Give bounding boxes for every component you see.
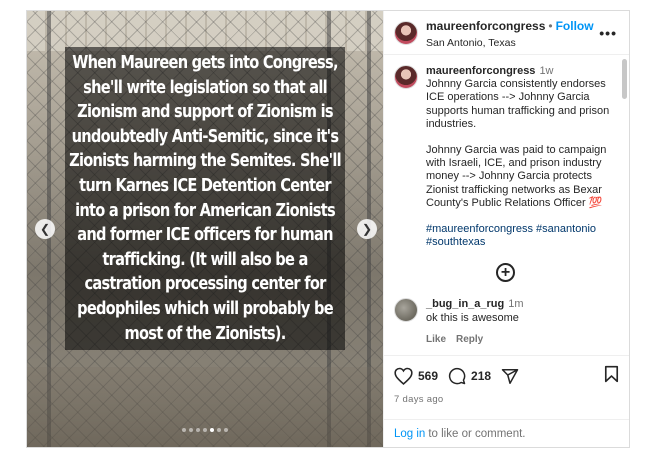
post-actions: 569 218 7 days ago [384, 355, 629, 419]
hashtags[interactable]: #maureenforcongress #sanantonio #southte… [426, 223, 617, 249]
comment-time: 1m [508, 298, 524, 311]
comments-count[interactable]: 218 [471, 369, 491, 383]
chevron-left-icon[interactable]: ❮ [35, 219, 55, 239]
image-caption-text: When Maureen gets into Congress, she'll … [69, 53, 341, 344]
post-timestamp[interactable]: 7 days ago [394, 394, 619, 405]
caption-comment: maureenforcongress 1w Johnny Garcia consi… [394, 65, 617, 249]
scrollbar[interactable] [622, 59, 627, 99]
share-action[interactable] [501, 368, 519, 385]
carousel-dot [224, 428, 228, 432]
carousel-dot [196, 428, 200, 432]
comment-icon[interactable] [448, 367, 466, 385]
follow-button[interactable]: Follow [556, 19, 594, 33]
comment-action[interactable]: 218 [448, 367, 491, 385]
save-action[interactable] [604, 365, 619, 388]
action-icons-row: 569 218 [394, 364, 619, 388]
post-header: maureenforcongress • Follow San Antonio, T… [384, 11, 629, 55]
likes-count[interactable]: 569 [418, 369, 438, 383]
separator-dot: • [548, 18, 553, 33]
bookmark-icon[interactable] [604, 365, 619, 383]
comment-like-button[interactable]: Like [426, 334, 446, 345]
login-link[interactable]: Log in [394, 428, 425, 440]
avatar[interactable] [394, 65, 418, 89]
avatar[interactable] [394, 298, 418, 323]
share-icon[interactable] [501, 368, 519, 385]
caption-paragraph: Johnny Garcia was paid to campaign with … [426, 144, 607, 209]
caption-text: Johnny Garcia consistently endorses ICE … [426, 78, 617, 210]
heart-icon[interactable] [394, 367, 413, 385]
like-action[interactable]: 569 [394, 367, 438, 385]
login-prompt: Log in to like or comment. [384, 419, 629, 447]
carousel-dot [203, 428, 207, 432]
carousel-dot [210, 428, 214, 432]
chevron-right-icon[interactable]: ❯ [357, 219, 377, 239]
plus-circle-icon[interactable]: + [496, 263, 515, 283]
comment-text: ok this is awesome [426, 311, 519, 324]
ellipsis-icon[interactable]: ••• [599, 25, 617, 41]
comment-actions: Like Reply [426, 333, 524, 346]
image-caption-overlay: When Maureen gets into Congress, she'll … [65, 47, 345, 351]
carousel-dot [217, 428, 221, 432]
carousel-dot [189, 428, 193, 432]
carousel-dot [182, 428, 186, 432]
comment-item: _bug_in_a_rug 1m ok this is awesome Like R… [394, 298, 617, 346]
post-image[interactable]: When Maureen gets into Congress, she'll … [27, 11, 383, 447]
comment-time: 1w [539, 65, 554, 77]
carousel-indicator [27, 419, 383, 437]
author-info: maureenforcongress • Follow San Antonio, T… [426, 17, 594, 49]
comment-reply-button[interactable]: Reply [456, 334, 483, 345]
post-sidebar: maureenforcongress • Follow San Antonio, T… [383, 11, 629, 447]
author-username[interactable]: maureenforcongress [426, 19, 545, 33]
load-more-comments: + [394, 263, 617, 283]
login-prompt-text: to like or comment. [428, 427, 526, 440]
caption-paragraph: Johnny Garcia consistently endorses ICE … [426, 78, 610, 130]
post-location[interactable]: San Antonio, Texas [426, 37, 594, 49]
comment-username[interactable]: maureenforcongress [426, 65, 535, 77]
comments-panel[interactable]: maureenforcongress 1w Johnny Garcia consi… [384, 55, 629, 355]
instagram-post: When Maureen gets into Congress, she'll … [26, 10, 630, 448]
comment-username[interactable]: _bug_in_a_rug [426, 298, 504, 310]
avatar[interactable] [394, 20, 418, 45]
